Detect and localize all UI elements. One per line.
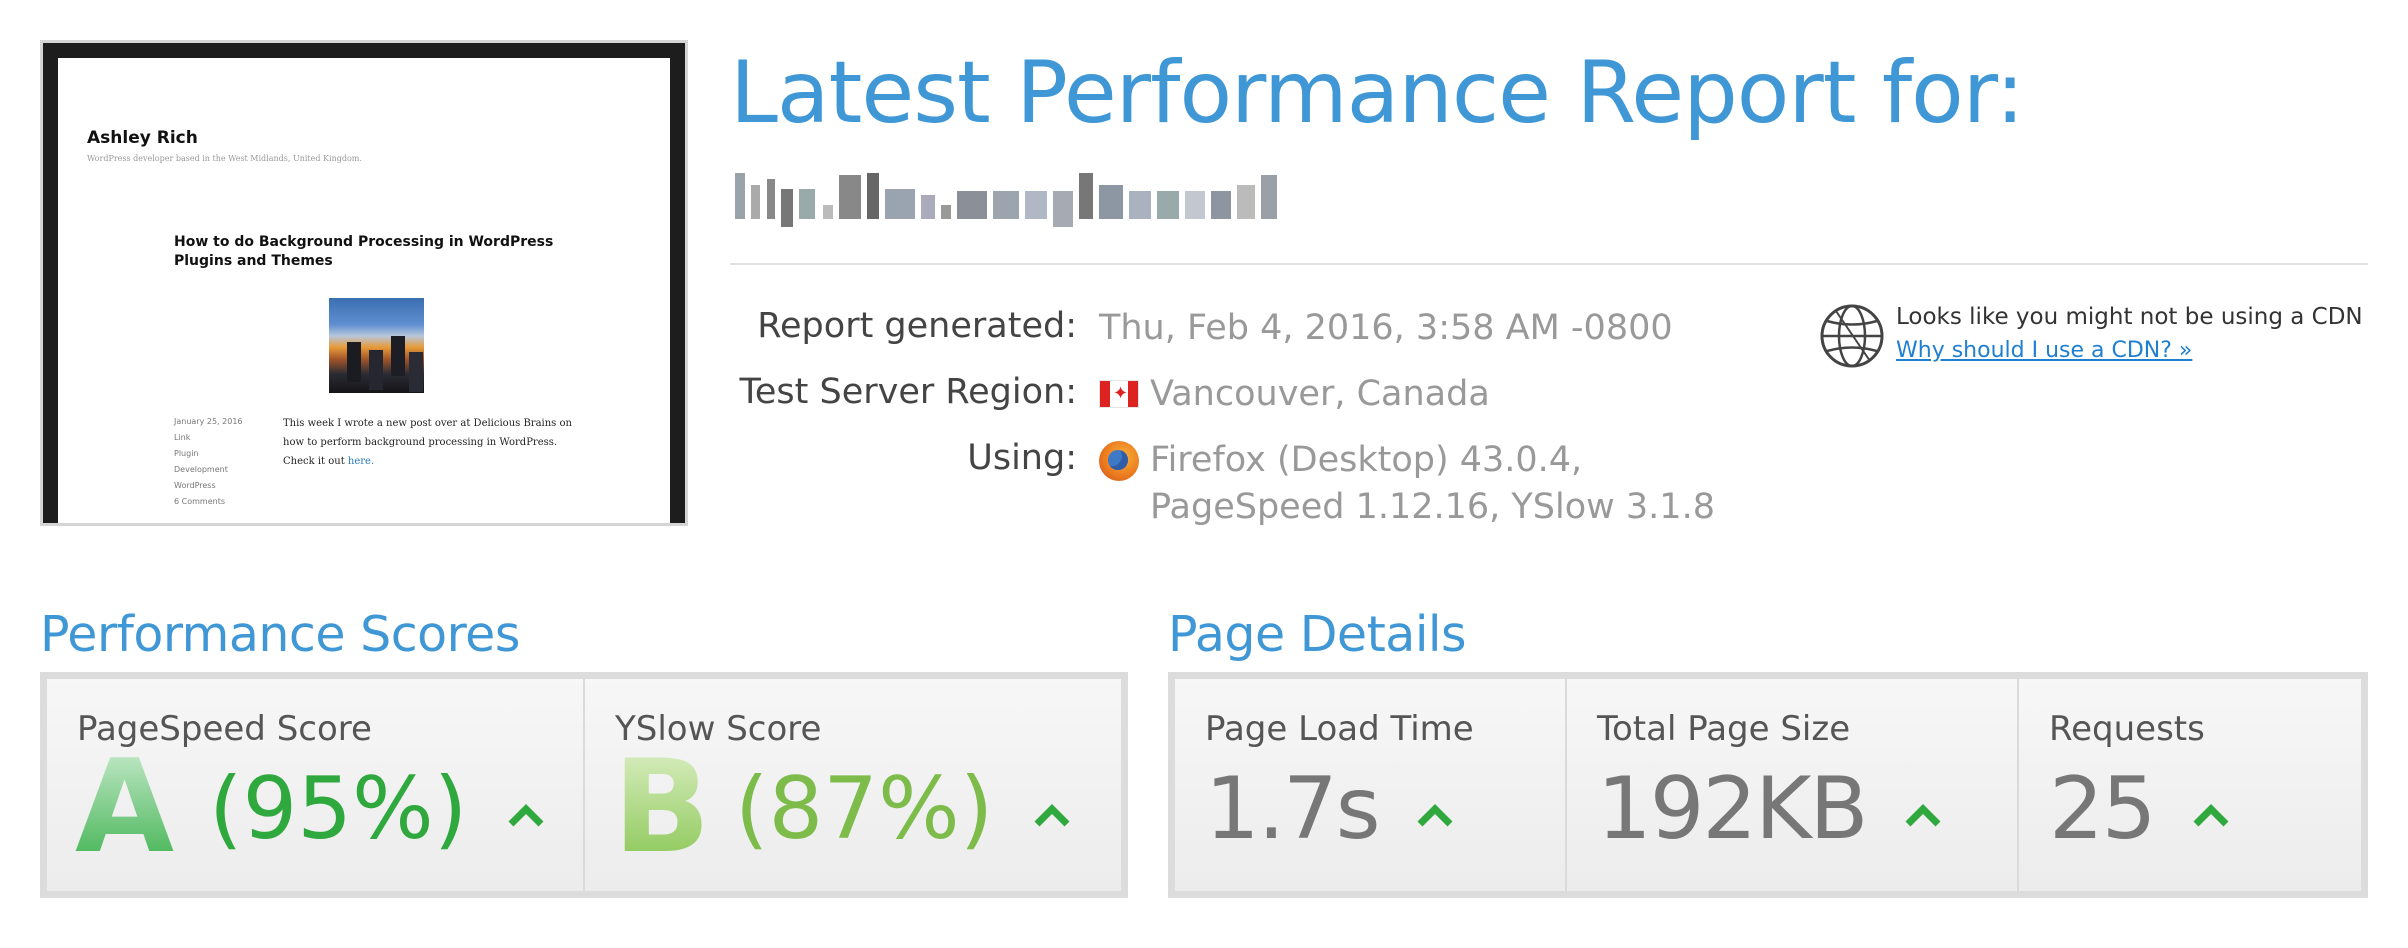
thumbnail-site-description: WordPress developer based in the West Mi… xyxy=(87,154,362,163)
report-generated-label: Report generated: xyxy=(757,306,1077,346)
yslow-score-cell[interactable]: YSlow Score B (87%) xyxy=(585,679,1121,891)
report-url-pixelated xyxy=(735,165,1535,227)
why-use-cdn-link[interactable]: Why should I use a CDN? » xyxy=(1896,338,2192,363)
performance-scores-title: Performance Scores xyxy=(40,606,520,663)
page-screenshot-thumbnail[interactable]: Ashley Rich WordPress developer based in… xyxy=(40,40,688,526)
thumbnail-excerpt-text: This week I wrote a new post over at Del… xyxy=(283,418,572,467)
thumbnail-meta-item: January 25, 2016 xyxy=(174,417,243,426)
page-load-time: 1.7s xyxy=(1205,759,1454,859)
globe-icon xyxy=(1820,304,1884,368)
total-page-size-cell[interactable]: Total Page Size 192KB xyxy=(1567,679,2019,891)
canada-flag-icon: ✦ xyxy=(1099,380,1139,408)
thumbnail-post-title: How to do Background Processing in WordP… xyxy=(174,234,554,269)
thumbnail-meta-item: 6 Comments xyxy=(174,497,225,506)
thumbnail-meta-item: Development xyxy=(174,465,228,474)
pagespeed-percent-value: (95%) xyxy=(209,759,468,859)
arrow-up-icon xyxy=(2193,803,2229,827)
pagespeed-percent: (95%) xyxy=(209,759,545,859)
requests-value: 25 xyxy=(2049,759,2156,859)
total-page-size: 192KB xyxy=(1597,759,1942,859)
test-server-region-value: Vancouver, Canada xyxy=(1150,374,1490,414)
page-load-time-cell[interactable]: Page Load Time 1.7s xyxy=(1175,679,1567,891)
thumbnail-meta-item: WordPress xyxy=(174,481,216,490)
requests-cell[interactable]: Requests 25 xyxy=(2019,679,2361,891)
page-load-time-label: Page Load Time xyxy=(1205,709,1474,749)
thumbnail-meta-item: Link xyxy=(174,433,191,442)
using-label: Using: xyxy=(967,438,1077,478)
firefox-icon xyxy=(1099,441,1139,481)
arrow-up-icon xyxy=(1905,803,1941,827)
arrow-up-icon xyxy=(1417,803,1453,827)
cdn-notice: Looks like you might not be using a CDN xyxy=(1896,304,2363,330)
thumbnail-page: Ashley Rich WordPress developer based in… xyxy=(58,58,670,523)
performance-scores-panel: PageSpeed Score A (95%) YSlow Score B (8… xyxy=(40,672,1128,898)
thumbnail-post-meta: January 25, 2016 Link Plugin Development… xyxy=(174,414,243,510)
thumbnail-meta-item: Plugin xyxy=(174,449,199,458)
total-page-size-value: 192KB xyxy=(1597,759,1869,859)
test-server-region-label: Test Server Region: xyxy=(739,372,1077,412)
using-browser-value: Firefox (Desktop) 43.0.4, xyxy=(1150,440,1583,480)
arrow-up-icon xyxy=(508,803,544,827)
requests: 25 xyxy=(2049,759,2230,859)
requests-label: Requests xyxy=(2049,709,2205,749)
pagespeed-grade: A xyxy=(75,733,175,882)
page-load-time-value: 1.7s xyxy=(1205,759,1381,859)
page-details-title: Page Details xyxy=(1168,606,1467,663)
thumbnail-post-image xyxy=(329,298,424,393)
yslow-percent-value: (87%) xyxy=(735,759,994,859)
thumbnail-post-excerpt: This week I wrote a new post over at Del… xyxy=(283,414,583,471)
total-page-size-label: Total Page Size xyxy=(1597,709,1851,749)
header-divider xyxy=(730,263,2368,265)
yslow-grade: B xyxy=(613,733,711,882)
using-tools-value: PageSpeed 1.12.16, YSlow 3.1.8 xyxy=(1150,487,1715,527)
report-title: Latest Performance Report for: xyxy=(730,43,2025,143)
yslow-percent: (87%) xyxy=(735,759,1071,859)
report-generated-value: Thu, Feb 4, 2016, 3:58 AM -0800 xyxy=(1099,308,1673,348)
thumbnail-excerpt-link: here. xyxy=(347,456,375,467)
page-details-panel: Page Load Time 1.7s Total Page Size 192K… xyxy=(1168,672,2368,898)
arrow-up-icon xyxy=(1034,803,1070,827)
thumbnail-site-title: Ashley Rich xyxy=(87,128,198,148)
pagespeed-score-cell[interactable]: PageSpeed Score A (95%) xyxy=(47,679,585,891)
